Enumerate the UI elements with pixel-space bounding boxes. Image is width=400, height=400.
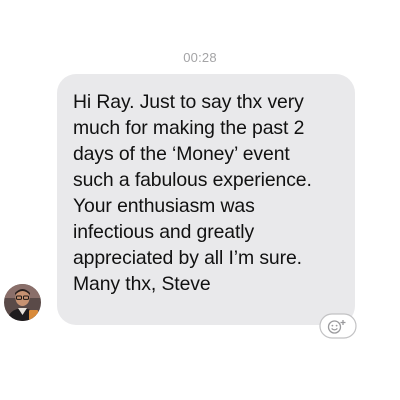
avatar-image xyxy=(4,284,41,321)
sender-avatar[interactable] xyxy=(4,284,41,321)
message-text: Hi Ray. Just to say thx very much for ma… xyxy=(73,91,312,295)
add-reaction-icon xyxy=(319,313,357,339)
message-bubble[interactable]: Hi Ray. Just to say thx very much for ma… xyxy=(57,74,355,325)
add-reaction-button[interactable] xyxy=(319,313,357,339)
message-timestamp: 00:28 xyxy=(183,50,217,65)
